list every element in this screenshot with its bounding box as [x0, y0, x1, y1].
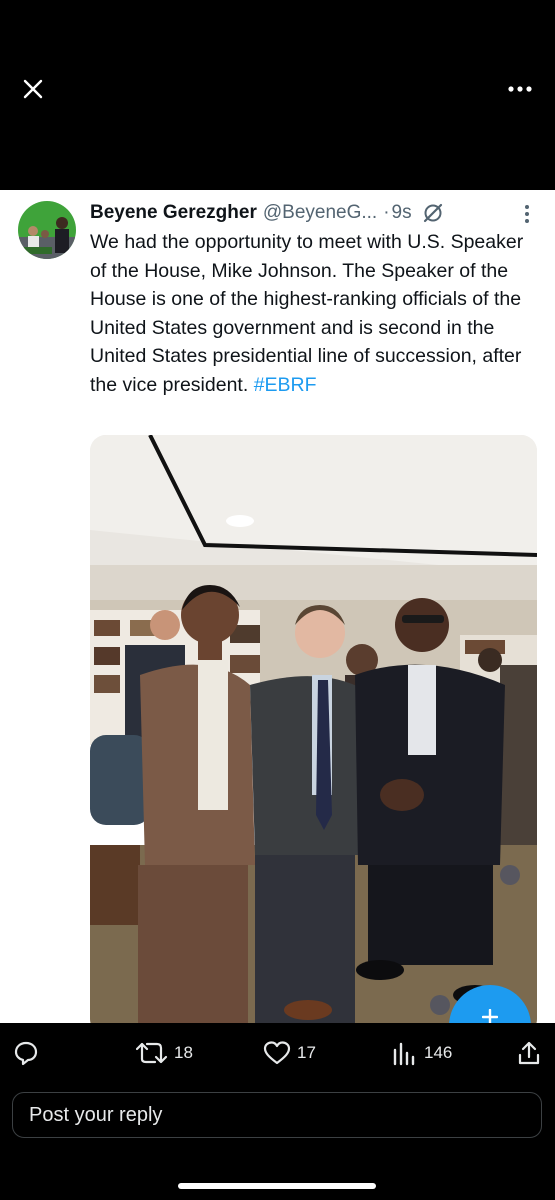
separator-dot: ·	[383, 202, 390, 223]
post-text: We had the opportunity to meet with U.S.…	[90, 228, 542, 399]
home-indicator[interactable]	[178, 1183, 376, 1189]
share-icon	[518, 1041, 540, 1065]
post-card: Beyene Gerezgher @BeyeneG... · 9s We had…	[0, 190, 555, 1023]
author-name[interactable]: Beyene Gerezgher	[90, 202, 257, 224]
grok-icon-svg	[423, 203, 442, 223]
view-count: 146	[424, 1043, 453, 1062]
more-vertical-icon	[525, 205, 529, 223]
like-button[interactable]: 17	[263, 1039, 316, 1067]
views-button[interactable]: 146	[392, 1039, 452, 1067]
post-body: We had the opportunity to meet with U.S.…	[90, 231, 524, 396]
action-bar: 18 17 146	[0, 1023, 555, 1200]
share-button[interactable]	[517, 1039, 541, 1067]
repost-icon	[136, 1042, 168, 1064]
photo-image	[90, 435, 537, 1023]
hashtag-link[interactable]: #EBRF	[254, 374, 317, 396]
repost-count: 18	[174, 1043, 193, 1062]
avatar[interactable]	[18, 201, 76, 259]
post-more-button[interactable]	[521, 204, 533, 224]
post-header: Beyene Gerezgher @BeyeneG... · 9s	[90, 200, 500, 226]
reply-icon	[14, 1041, 38, 1066]
reply-button[interactable]	[13, 1039, 39, 1067]
more-options-button[interactable]	[503, 74, 537, 104]
reply-input[interactable]	[12, 1092, 542, 1138]
repost-button[interactable]: 18	[136, 1039, 193, 1067]
media-viewer-topbar	[0, 0, 555, 190]
close-button[interactable]	[18, 74, 48, 104]
like-count: 17	[297, 1043, 316, 1062]
heart-icon	[263, 1041, 291, 1065]
grok-icon[interactable]	[422, 202, 444, 224]
close-icon	[23, 79, 43, 99]
more-horizontal-icon	[508, 86, 532, 92]
author-handle[interactable]: @BeyeneG...	[263, 202, 377, 224]
post-time[interactable]: 9s	[392, 202, 412, 224]
avatar-image	[18, 201, 76, 259]
post-photo[interactable]	[90, 435, 537, 1023]
views-icon	[393, 1042, 415, 1066]
